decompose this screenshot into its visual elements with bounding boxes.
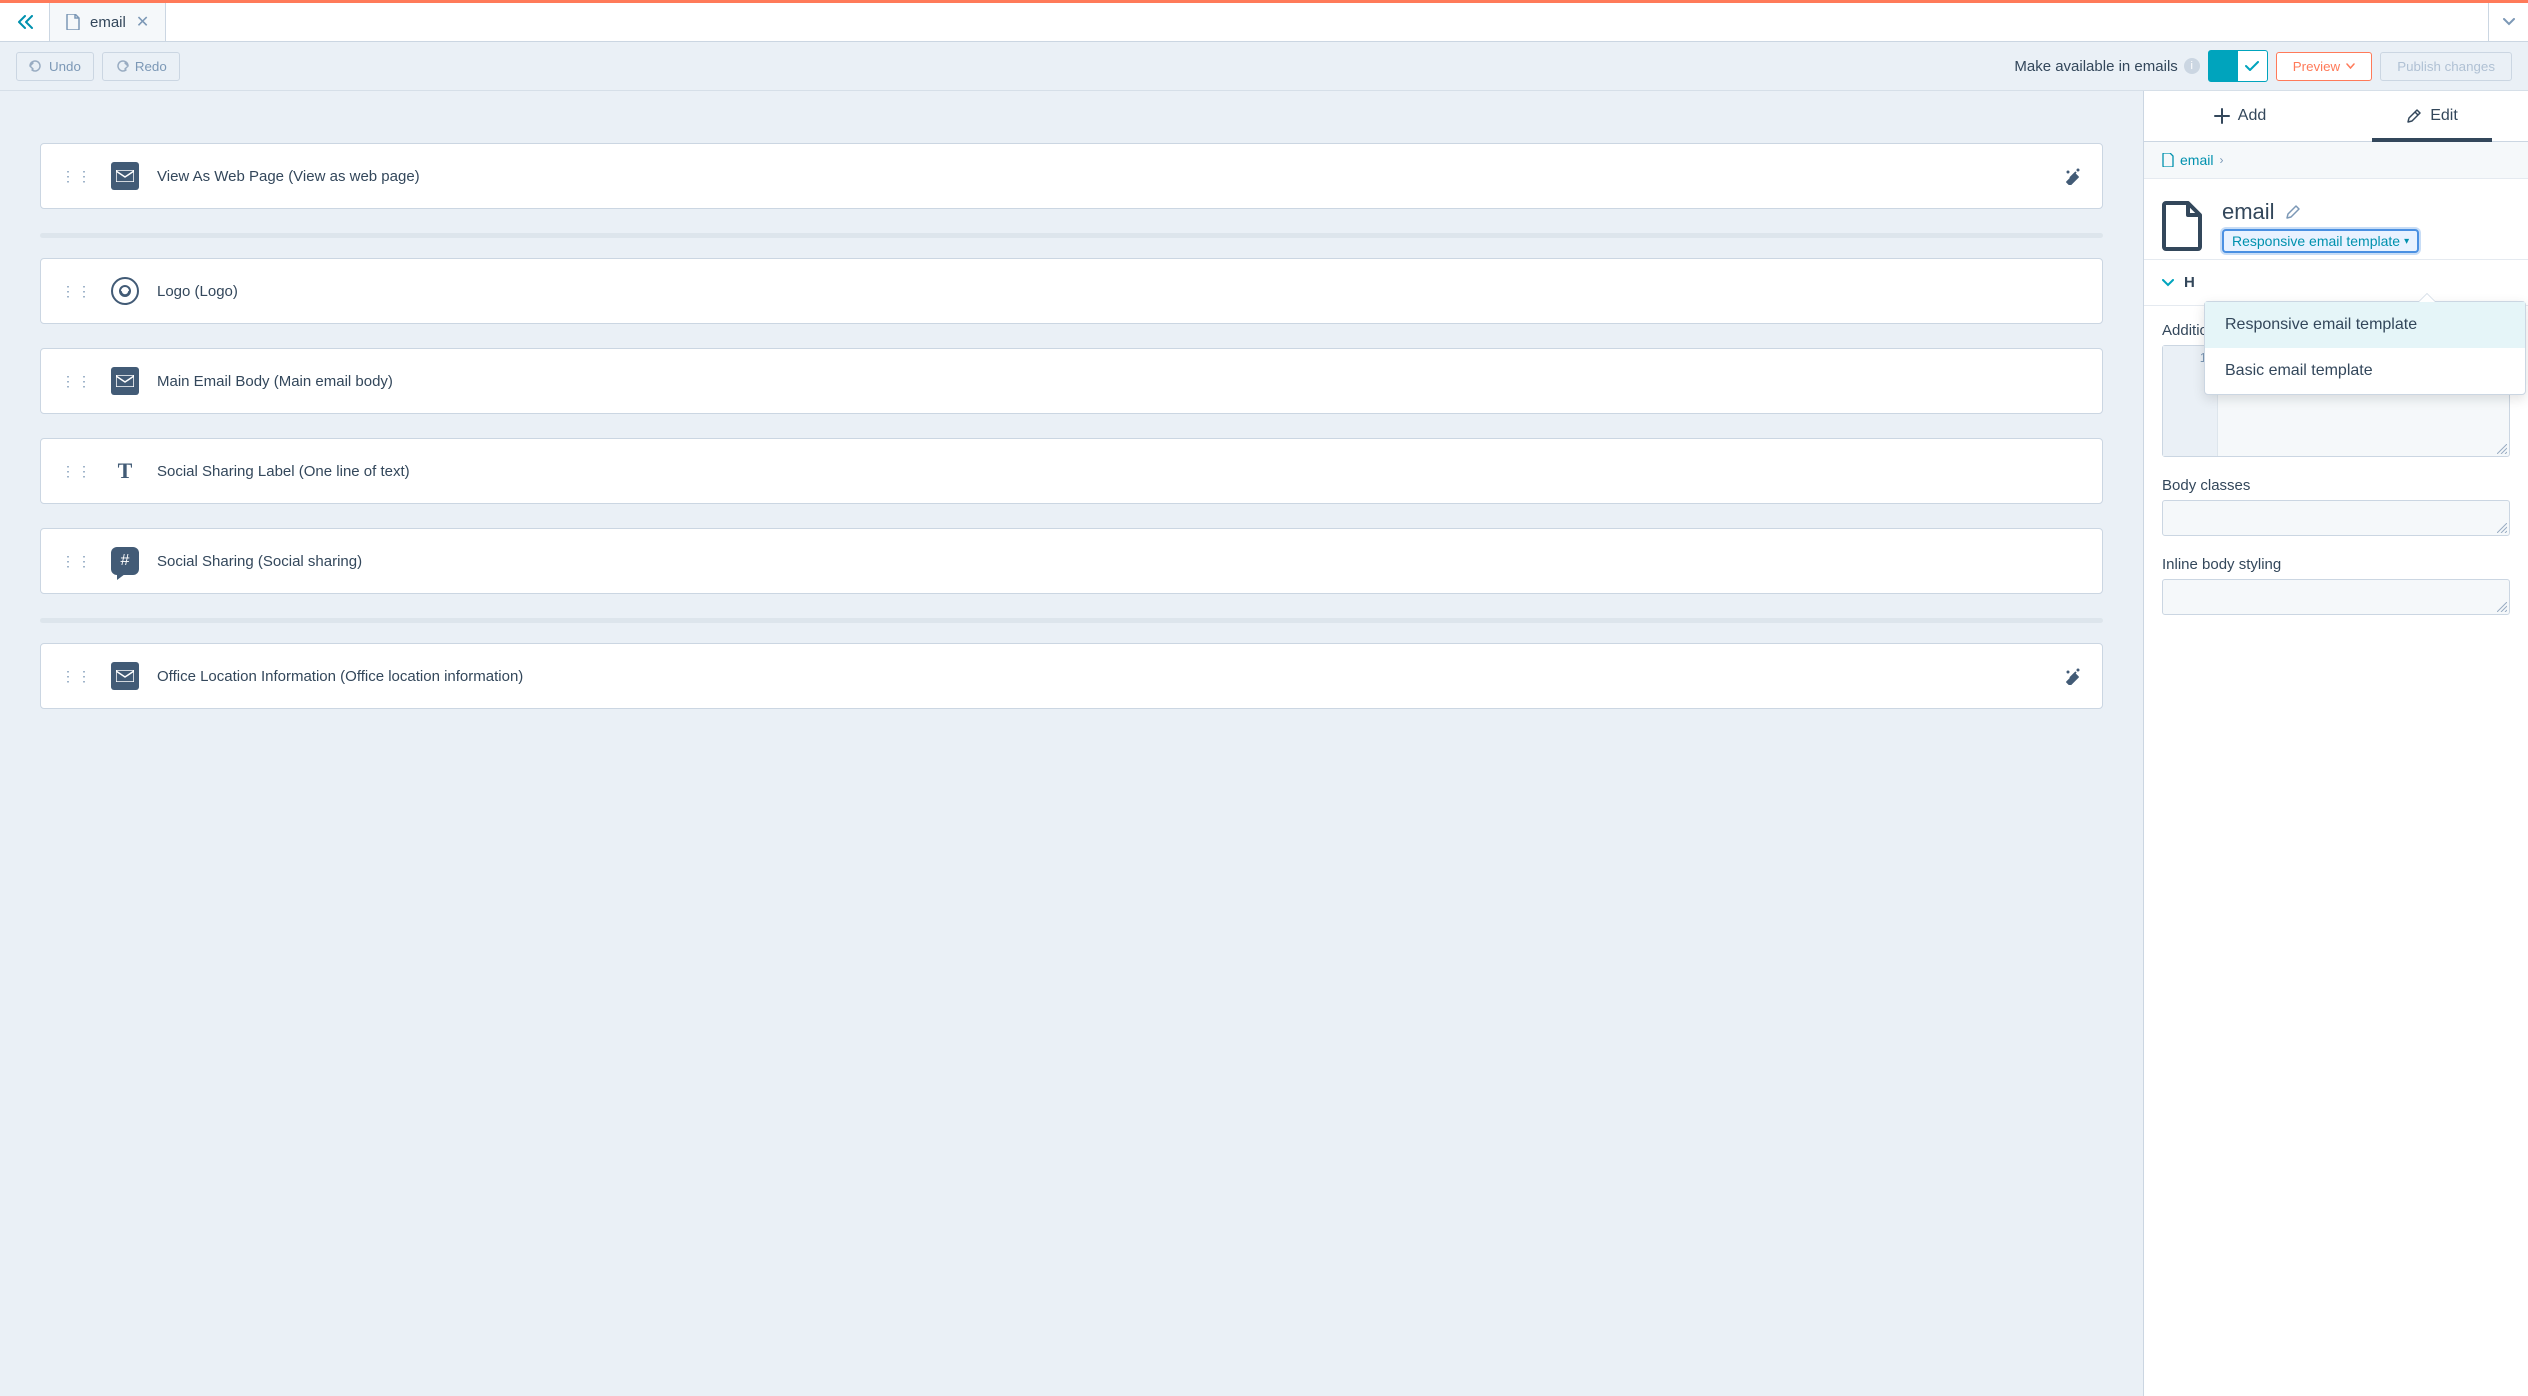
module-label: Social Sharing Label (One line of text): [157, 463, 410, 480]
info-icon[interactable]: i: [2184, 58, 2200, 74]
hash-icon: #: [111, 547, 139, 575]
module-label: Main Email Body (Main email body): [157, 373, 393, 390]
inline-body-label: Inline body styling: [2162, 556, 2510, 573]
caret-down-icon: ▾: [2404, 236, 2409, 247]
template-canvas: ⋮⋮ View As Web Page (View as web page) ⋮⋮ L…: [0, 91, 2143, 1396]
asset-title: email: [2222, 199, 2275, 225]
drag-handle-icon[interactable]: ⋮⋮: [61, 463, 93, 480]
module-divider: [40, 618, 2103, 623]
template-type-dropdown[interactable]: Responsive email template ▾: [2222, 229, 2419, 253]
mail-icon: [111, 367, 139, 395]
module-row[interactable]: ⋮⋮ Main Email Body (Main email body): [40, 348, 2103, 414]
file-tab[interactable]: email ✕: [50, 3, 166, 41]
tab-add[interactable]: Add: [2144, 91, 2336, 141]
drag-handle-icon[interactable]: ⋮⋮: [61, 283, 93, 300]
section-header-head[interactable]: H: [2144, 259, 2528, 306]
logo-icon: [111, 277, 139, 305]
close-tab-icon[interactable]: ✕: [136, 12, 149, 32]
chevron-right-icon: ›: [2219, 153, 2223, 167]
undo-button[interactable]: Undo: [16, 52, 94, 81]
rename-icon[interactable]: [2285, 204, 2301, 220]
module-label: Social Sharing (Social sharing): [157, 553, 362, 570]
file-icon: [66, 14, 80, 30]
mail-icon: [111, 162, 139, 190]
breadcrumb[interactable]: email ›: [2144, 142, 2528, 179]
undo-icon: [29, 60, 43, 72]
redo-icon: [115, 60, 129, 72]
pencil-icon: [2406, 108, 2422, 124]
tab-title: email: [90, 14, 126, 31]
template-type-menu: Responsive email template Basic email te…: [2204, 301, 2526, 395]
module-label: Office Location Information (Office loca…: [157, 668, 523, 685]
redo-button[interactable]: Redo: [102, 52, 180, 81]
publish-button: Publish changes: [2380, 52, 2512, 81]
collapse-sidebar-button[interactable]: [0, 3, 50, 41]
module-row[interactable]: ⋮⋮ Office Location Information (Office lo…: [40, 643, 2103, 709]
module-row[interactable]: ⋮⋮ T Social Sharing Label (One line of tex…: [40, 438, 2103, 504]
module-divider: [40, 233, 2103, 238]
asset-header: email Responsive email template ▾: [2144, 179, 2528, 259]
plus-icon: [2214, 108, 2230, 124]
tab-edit[interactable]: Edit: [2336, 91, 2528, 141]
module-tool-icon[interactable]: [2064, 167, 2082, 185]
module-row[interactable]: ⋮⋮ Logo (Logo): [40, 258, 2103, 324]
available-toggle[interactable]: [2208, 50, 2268, 82]
template-option-responsive[interactable]: Responsive email template: [2205, 302, 2525, 348]
body-classes-label: Body classes: [2162, 477, 2510, 494]
available-in-emails-label: Make available in emails i: [2014, 58, 2199, 75]
module-row[interactable]: ⋮⋮ View As Web Page (View as web page): [40, 143, 2103, 209]
inspector-sidebar: Add Edit email ›: [2143, 91, 2528, 1396]
drag-handle-icon[interactable]: ⋮⋮: [61, 373, 93, 390]
text-icon: T: [111, 457, 139, 485]
drag-handle-icon[interactable]: ⋮⋮: [61, 668, 93, 685]
tab-overflow-button[interactable]: [2488, 3, 2528, 41]
module-tool-icon[interactable]: [2064, 667, 2082, 685]
body-classes-input[interactable]: [2162, 500, 2510, 536]
template-file-icon: [2162, 201, 2204, 251]
module-label: View As Web Page (View as web page): [157, 168, 420, 185]
drag-handle-icon[interactable]: ⋮⋮: [61, 553, 93, 570]
preview-button[interactable]: Preview: [2276, 52, 2372, 81]
drag-handle-icon[interactable]: ⋮⋮: [61, 168, 93, 185]
caret-down-icon: [2346, 63, 2355, 69]
top-tab-bar: email ✕: [0, 0, 2528, 42]
inline-body-input[interactable]: [2162, 579, 2510, 615]
chevron-down-icon: [2162, 279, 2174, 287]
mail-icon: [111, 662, 139, 690]
module-label: Logo (Logo): [157, 283, 238, 300]
module-row[interactable]: ⋮⋮ # Social Sharing (Social sharing): [40, 528, 2103, 594]
template-option-basic[interactable]: Basic email template: [2205, 348, 2525, 394]
action-bar: Undo Redo Make available in emails i Pre…: [0, 42, 2528, 91]
file-icon: [2162, 153, 2174, 167]
